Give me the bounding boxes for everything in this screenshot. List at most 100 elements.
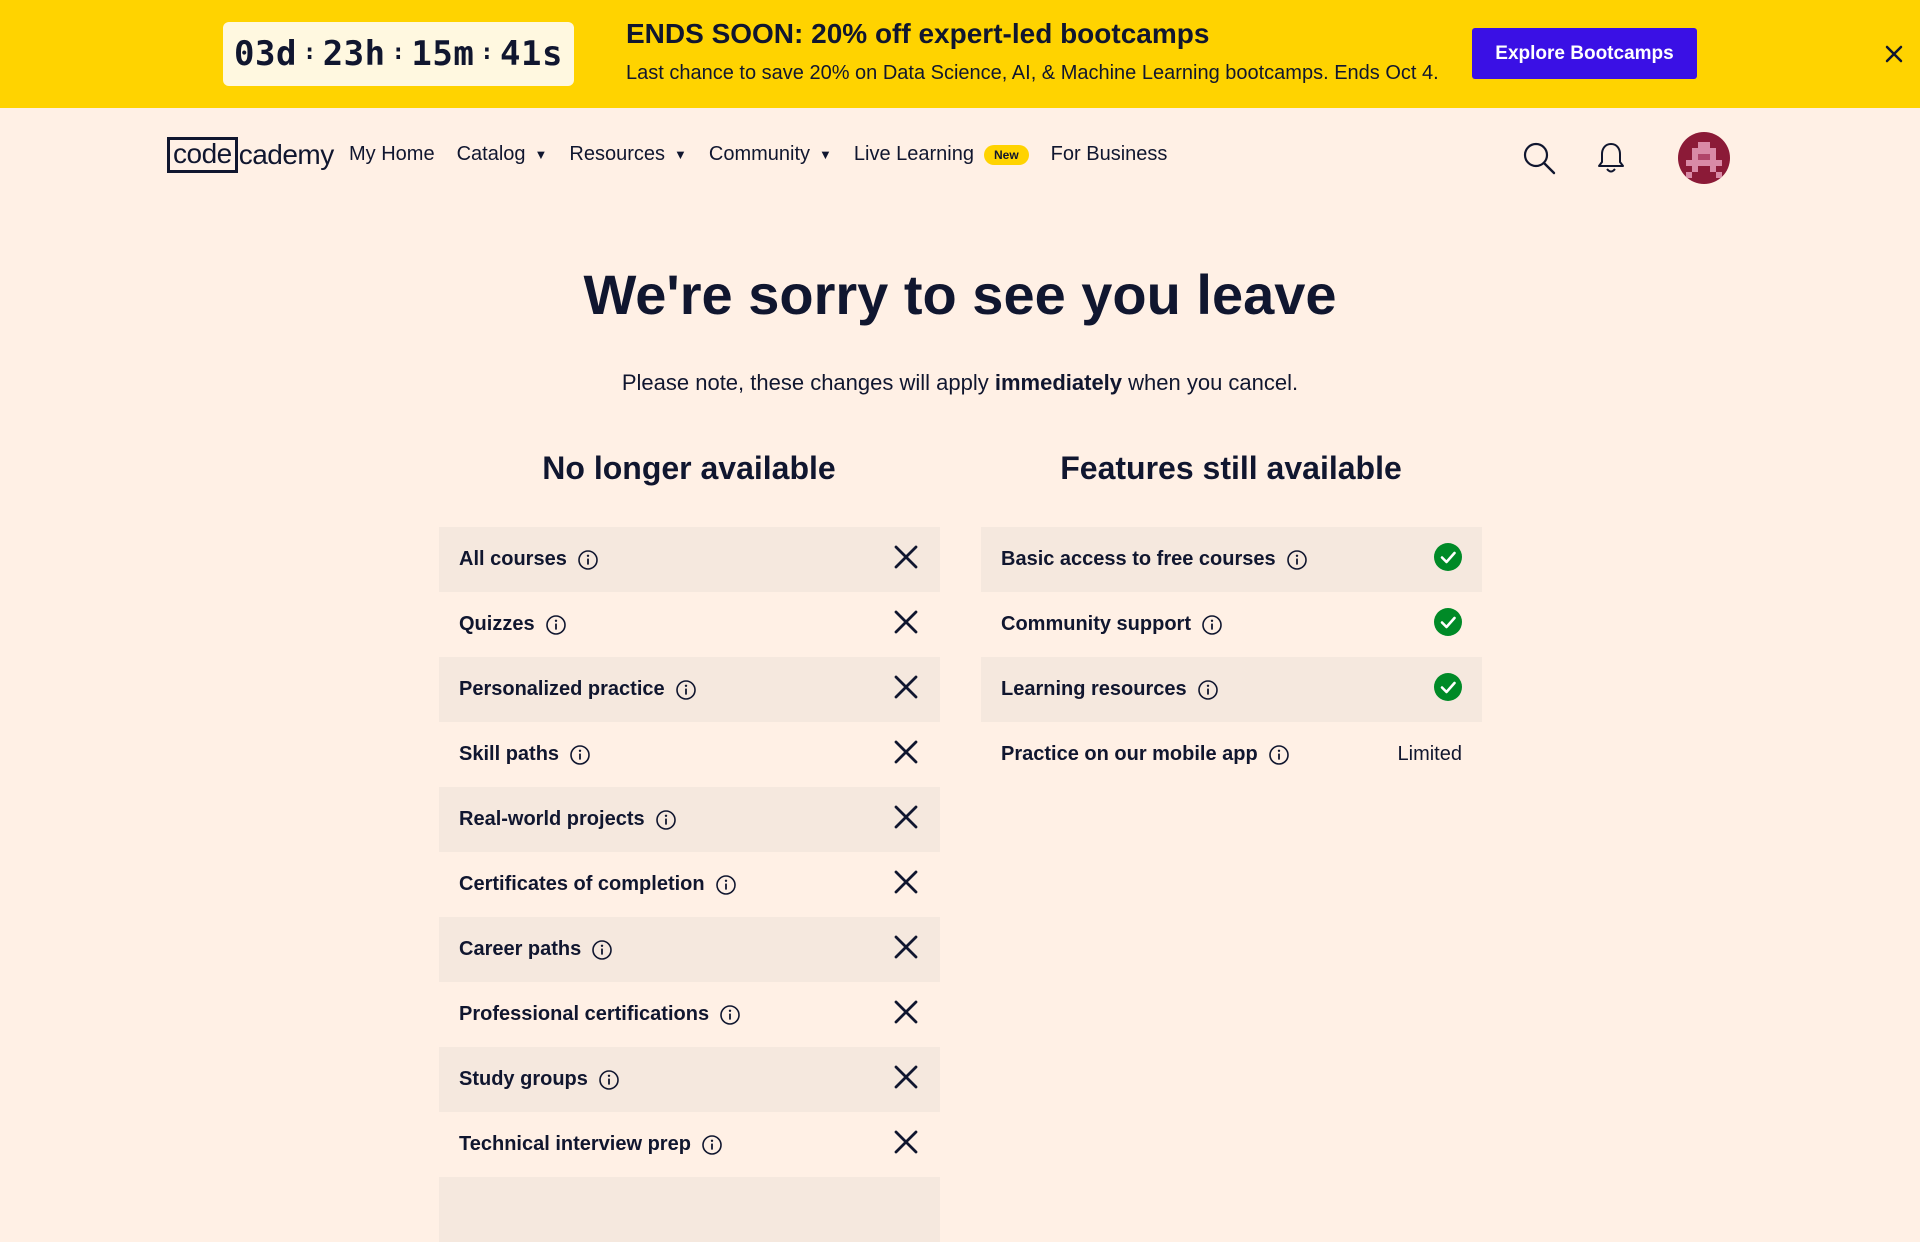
unavailable-row: Technical interview prep [439, 1112, 940, 1177]
logo-text: cademy [238, 139, 335, 170]
feature-cell: Professional certifications [459, 1003, 741, 1026]
info-icon[interactable] [719, 1004, 741, 1026]
nav-my-home[interactable]: My Home [349, 143, 435, 166]
countdown-hours: 23h [322, 34, 386, 74]
nav-live-learning[interactable]: Live Learning New [854, 143, 1029, 166]
explore-bootcamps-button[interactable]: Explore Bootcamps [1472, 28, 1697, 79]
avatar[interactable] [1678, 132, 1730, 184]
countdown-timer: 03d : 23h : 15m : 41s [223, 22, 574, 86]
feature-label: Professional certifications [459, 1003, 710, 1025]
x-icon [892, 998, 920, 1031]
close-icon[interactable] [1880, 40, 1908, 68]
feature-label: Real-world projects [459, 808, 645, 830]
check-circle-icon [1434, 543, 1462, 576]
x-icon [892, 933, 920, 966]
logo-box-text: code [167, 137, 238, 173]
banner-subtitle: Last chance to save 20% on Data Science,… [626, 62, 1439, 84]
info-icon[interactable] [1286, 549, 1308, 571]
x-icon [892, 1063, 920, 1096]
nav-link-label: Community [708, 143, 811, 165]
info-icon[interactable] [598, 1069, 620, 1091]
feature-cell: Career paths [459, 938, 613, 961]
info-icon[interactable] [715, 874, 737, 896]
nav-link-label: For Business [1050, 143, 1168, 165]
promo-banner: 03d : 23h : 15m : 41s ENDS SOON: 20% off… [0, 0, 1920, 108]
unavailable-row: Quizzes [439, 592, 940, 657]
info-icon[interactable] [1201, 614, 1223, 636]
subtitle-text: Please note, these changes will apply [621, 370, 995, 395]
info-icon[interactable] [577, 549, 599, 571]
available-row: Learning resources [981, 657, 1482, 722]
countdown-minutes: 15m [411, 34, 475, 74]
feature-cell: Quizzes [459, 613, 567, 636]
caret-down-icon: ▼ [534, 147, 548, 162]
info-icon[interactable] [655, 809, 677, 831]
feature-cell: Skill paths [459, 743, 591, 766]
feature-label: All courses [459, 548, 567, 570]
available-list: Basic access to free courses Community s… [981, 527, 1482, 787]
check-circle-icon [1434, 673, 1462, 706]
feature-cell: Certificates of completion [459, 873, 737, 896]
countdown-separator: : [391, 39, 406, 65]
search-icon[interactable] [1522, 141, 1556, 180]
countdown-separator: : [302, 39, 317, 65]
check-circle-icon [1434, 608, 1462, 641]
feature-cell: Technical interview prep [459, 1133, 723, 1156]
codecademy-logo[interactable]: code cademy [167, 137, 334, 173]
subtitle-text: when you cancel. [1122, 370, 1299, 395]
caret-down-icon: ▼ [674, 147, 687, 162]
x-icon [892, 738, 920, 771]
feature-label: Skill paths [459, 743, 560, 765]
info-icon[interactable] [1197, 679, 1219, 701]
info-icon[interactable] [545, 614, 567, 636]
nav-community[interactable]: Community ▼ [709, 143, 832, 166]
x-icon [892, 543, 920, 576]
unavailable-list: All courses Quizzes Personalized practic… [439, 527, 940, 1242]
countdown-days: 03d [234, 34, 297, 74]
feature-cell: Learning resources [1001, 678, 1219, 701]
unavailable-row: Certificates of completion [439, 852, 940, 917]
banner-title: ENDS SOON: 20% off expert-led bootcamps [626, 18, 1210, 49]
info-icon[interactable] [591, 939, 613, 961]
feature-label: Study groups [459, 1068, 588, 1090]
nav-for-business[interactable]: For Business [1051, 143, 1168, 166]
nav-link-label: Live Learning [853, 143, 974, 165]
feature-cell: Study groups [459, 1068, 620, 1091]
nav-link-label: Catalog [456, 143, 526, 165]
feature-label: Basic access to free courses [1001, 548, 1276, 570]
nav-catalog[interactable]: Catalog ▼ [457, 143, 548, 166]
x-icon [892, 803, 920, 836]
available-row: Basic access to free courses [981, 527, 1482, 592]
unavailable-row-partial [439, 1177, 940, 1242]
available-row: Practice on our mobile app Limited [981, 722, 1482, 787]
feature-label: Certificates of completion [459, 873, 705, 895]
x-icon [892, 1128, 920, 1161]
x-icon [892, 868, 920, 901]
available-row: Community support [981, 592, 1482, 657]
feature-cell: Real-world projects [459, 808, 677, 831]
feature-cell: Basic access to free courses [1001, 548, 1308, 571]
feature-cell: Community support [1001, 613, 1223, 636]
feature-label: Quizzes [459, 613, 535, 635]
info-icon[interactable] [701, 1134, 723, 1156]
info-icon[interactable] [675, 679, 697, 701]
caret-down-icon: ▼ [819, 147, 832, 162]
nav-link-label: My Home [349, 143, 435, 165]
limited-status: Limited [1397, 743, 1462, 765]
feature-label: Personalized practice [459, 678, 665, 700]
unavailable-row: Career paths [439, 917, 940, 982]
page-title: We're sorry to see you leave [583, 263, 1337, 326]
feature-cell: Practice on our mobile app [1001, 743, 1290, 766]
unavailable-row: Skill paths [439, 722, 940, 787]
unavailable-row: Study groups [439, 1047, 940, 1112]
feature-label: Technical interview prep [459, 1133, 691, 1155]
page-subtitle: Please note, these changes will apply im… [0, 370, 1920, 396]
feature-cell: All courses [459, 548, 599, 571]
nav-resources[interactable]: Resources ▼ [569, 143, 686, 166]
main-nav: My Home Catalog ▼ Resources ▼ Community … [349, 143, 1189, 166]
unavailable-row: Personalized practice [439, 657, 940, 722]
info-icon[interactable] [569, 744, 591, 766]
info-icon[interactable] [1268, 744, 1290, 766]
available-heading: Features still available [1060, 450, 1402, 486]
bell-icon[interactable] [1596, 141, 1626, 180]
